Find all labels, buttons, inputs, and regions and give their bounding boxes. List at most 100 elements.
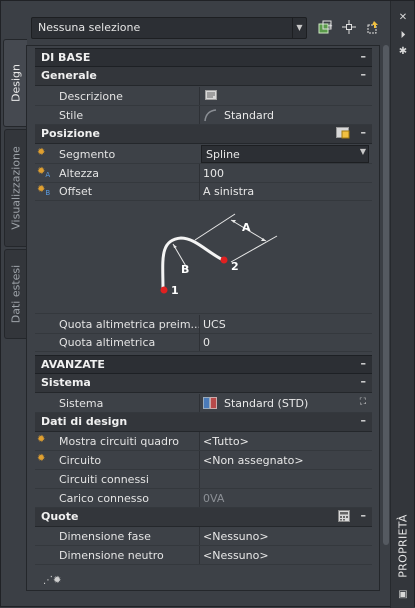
collapse-icon[interactable]: – — [361, 126, 367, 139]
subsection-sistema[interactable]: Sistema – — [35, 374, 372, 393]
label-b: B — [181, 263, 189, 276]
properties-palette: Design Visualizzazione Dati estesi Nessu… — [0, 0, 415, 608]
property-value[interactable]: Standard — [224, 109, 274, 122]
tab-design-label: Design — [9, 64, 22, 102]
calculator-icon[interactable] — [338, 510, 350, 525]
property-label: Carico connesso — [59, 492, 149, 505]
property-label: Offset — [59, 185, 93, 198]
required-asterisk-icon: ✹ — [37, 147, 46, 158]
property-value[interactable]: <Non assegnato> — [203, 454, 304, 467]
property-row-altezza[interactable]: ✹A Altezza 100 — [35, 164, 372, 183]
palette-title: PROPRIETÀ — [396, 514, 409, 578]
toolbar: Nessuna selezione ▼ + — [31, 17, 389, 41]
chevron-down-icon[interactable]: ▼ — [292, 18, 306, 38]
property-row-descrizione[interactable]: Descrizione — [35, 87, 372, 106]
section-avanzate[interactable]: AVANZATE – — [35, 355, 372, 374]
property-label: Circuiti connessi — [59, 473, 149, 486]
property-label: Circuito — [59, 454, 102, 467]
property-value[interactable]: UCS — [203, 318, 226, 331]
dimension-extension-line-2 — [230, 235, 278, 263]
divider — [199, 489, 200, 507]
property-value[interactable]: A sinistra — [203, 185, 254, 198]
collapse-icon[interactable]: – — [361, 357, 367, 370]
property-value[interactable]: <Tutto> — [203, 435, 249, 448]
segment-dropdown[interactable]: Spline ▼ — [201, 145, 369, 163]
property-row-offset[interactable]: ✹B Offset A sinistra — [35, 182, 372, 201]
property-row-circuiti-connessi[interactable]: Circuiti connessi — [35, 470, 372, 489]
text-edit-icon[interactable] — [205, 90, 217, 101]
tab-visualizzazione-label: Visualizzazione — [9, 146, 22, 230]
palette-title-bar[interactable]: ✕ ⏵ ✱ PROPRIETÀ ▣ — [390, 1, 414, 608]
position-settings-icon[interactable] — [336, 127, 350, 142]
property-value[interactable]: 100 — [203, 167, 224, 180]
collapse-icon[interactable]: – — [361, 68, 367, 81]
property-value[interactable]: 0 — [203, 336, 210, 349]
property-row-segmento[interactable]: ✹ Segmento Spline ▼ — [35, 145, 372, 164]
divider — [199, 164, 200, 182]
section-title: AVANZATE — [41, 358, 105, 371]
subsection-title: Dati di design — [41, 415, 128, 428]
select-objects-icon[interactable] — [339, 19, 359, 37]
vertical-scrollbar[interactable] — [382, 45, 390, 545]
property-label: Sistema — [59, 397, 104, 410]
collapse-icon[interactable]: – — [361, 414, 367, 427]
divider — [199, 527, 200, 545]
close-icon[interactable]: ✕ — [396, 11, 410, 25]
section-title: DI BASE — [41, 51, 91, 64]
property-label: Dimensione neutro — [59, 549, 164, 562]
scrollbar-thumb[interactable] — [383, 45, 389, 545]
toggle-pickadd-icon[interactable] — [363, 19, 383, 37]
spline-diagram-svg: A B 1 2 — [160, 213, 278, 297]
property-value[interactable]: <Nessuno> — [203, 530, 269, 543]
property-row-mostra-circuiti[interactable]: ✹ Mostra circuiti quadro <Tutto> — [35, 432, 372, 451]
label-1: 1 — [171, 284, 179, 297]
binoculars-icon[interactable]: ⛶ — [360, 397, 366, 407]
subsection-generale[interactable]: Generale – — [35, 67, 372, 86]
tab-dati-estesi-label: Dati estesi — [9, 264, 22, 324]
properties-menu-icon[interactable]: ✱ — [396, 45, 410, 59]
subsection-posizione[interactable]: Posizione – — [35, 125, 372, 144]
height-a-icon: ✹A — [37, 166, 51, 179]
collapse-icon[interactable]: – — [361, 509, 367, 522]
system-icon — [203, 397, 217, 409]
property-row-circuito[interactable]: ✹ Circuito <Non assegnato> — [35, 451, 372, 470]
property-row-dimensione-neutro[interactable]: Dimensione neutro <Nessuno> — [35, 546, 372, 565]
add-property-icon[interactable]: ⋰✹ — [43, 575, 61, 586]
tab-dati-estesi[interactable]: Dati estesi — [4, 249, 26, 339]
property-row-quota-preimpostata[interactable]: Quota altimetrica preim... UCS — [35, 315, 372, 334]
property-value[interactable]: Standard (STD) — [224, 397, 308, 410]
property-label: Quota altimetrica — [59, 336, 156, 349]
tab-design[interactable]: Design — [3, 39, 27, 127]
palette-settings-icon[interactable]: ▣ — [396, 588, 410, 602]
selection-value: Nessuna selezione — [38, 21, 141, 34]
segment-diagram: A B 1 2 — [35, 200, 372, 314]
point-2 — [220, 256, 228, 264]
selection-dropdown[interactable]: Nessuna selezione ▼ — [31, 17, 307, 39]
subsection-quote[interactable]: Quote – — [35, 508, 372, 527]
divider — [199, 87, 200, 105]
divider — [199, 451, 200, 469]
divider — [199, 315, 200, 333]
label-2: 2 — [231, 260, 239, 273]
property-row-stile[interactable]: Stile Standard — [35, 106, 372, 125]
property-row-quota-altimetrica[interactable]: Quota altimetrica 0 — [35, 333, 372, 352]
collapse-icon[interactable]: – — [361, 375, 367, 388]
divider — [199, 470, 200, 488]
divider — [199, 182, 200, 200]
property-label: Segmento — [59, 148, 116, 161]
subsection-dati-di-design[interactable]: Dati di design – — [35, 413, 372, 432]
property-row-carico-connesso[interactable]: Carico connesso 0VA — [35, 489, 372, 508]
chevron-down-icon[interactable]: ▼ — [360, 147, 366, 156]
property-value[interactable]: <Nessuno> — [203, 549, 269, 562]
property-row-sistema[interactable]: Sistema Standard (STD) ⛶ — [35, 394, 372, 413]
quick-select-icon[interactable]: + — [315, 19, 335, 37]
property-label: Mostra circuiti quadro — [59, 435, 180, 448]
property-row-dimensione-fase[interactable]: Dimensione fase <Nessuno> — [35, 527, 372, 546]
auto-hide-icon[interactable]: ⏵ — [396, 29, 410, 43]
property-label: Stile — [59, 109, 84, 122]
dropdown-value: Spline — [206, 148, 240, 161]
section-di-base[interactable]: DI BASE – — [35, 48, 372, 67]
tab-visualizzazione[interactable]: Visualizzazione — [4, 129, 26, 247]
property-label: Altezza — [59, 167, 99, 180]
collapse-icon[interactable]: – — [361, 50, 367, 63]
